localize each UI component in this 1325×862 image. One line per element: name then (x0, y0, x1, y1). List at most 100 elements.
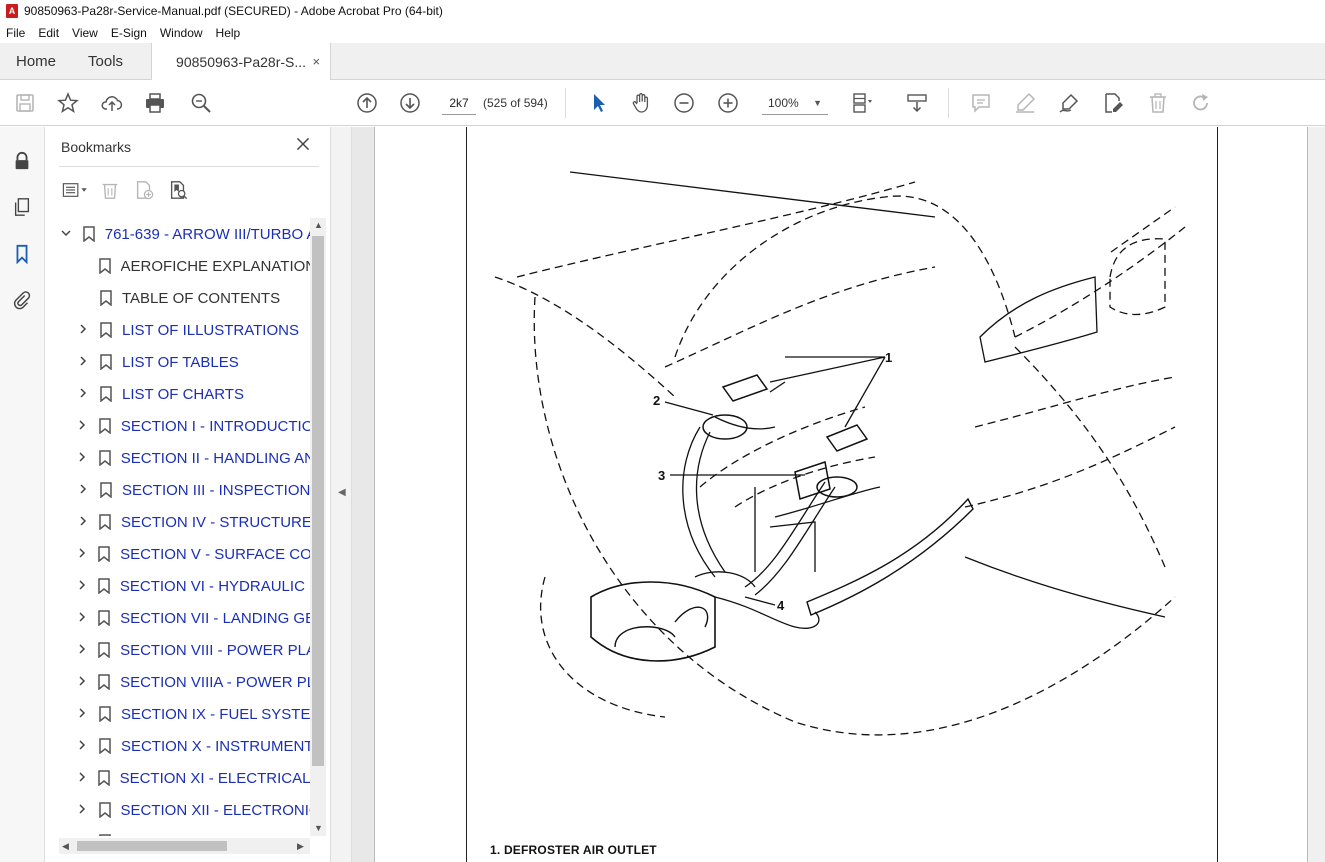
chevron-right-icon[interactable] (75, 675, 89, 690)
zoom-out-icon[interactable] (671, 90, 697, 116)
bookmark-label: SECTION XI - ELECTRICAL SYS (119, 769, 310, 787)
bookmark-item[interactable]: LIST OF ILLUSTRATIONS (59, 314, 310, 346)
edit-pdf-icon[interactable] (1100, 90, 1126, 116)
page-number-input[interactable] (442, 91, 476, 115)
highlight-pen-icon[interactable] (1012, 90, 1038, 116)
new-bookmark-icon[interactable] (127, 177, 161, 203)
bookmark-item[interactable]: SECTION VIII - POWER PLANT (59, 634, 310, 666)
menu-file[interactable]: File (6, 26, 25, 40)
chevron-down-icon[interactable] (59, 227, 74, 242)
save-icon[interactable] (12, 90, 38, 116)
find-bookmark-icon[interactable] (161, 177, 195, 203)
page-fit-icon[interactable] (848, 90, 874, 116)
bookmark-label: SECTION IV - STRUCTURES (121, 513, 310, 531)
star-icon[interactable] (55, 90, 81, 116)
menu-esign[interactable]: E-Sign (111, 26, 147, 40)
chevron-right-icon[interactable] (75, 643, 89, 658)
comment-icon[interactable] (968, 90, 994, 116)
select-cursor-icon[interactable] (585, 90, 611, 116)
bookmark-item[interactable]: SECTION IX - FUEL SYSTEM (59, 698, 310, 730)
chevron-right-icon[interactable] (75, 803, 90, 818)
tab-home[interactable]: Home (0, 43, 72, 79)
previous-page-icon[interactable] (354, 90, 380, 116)
chevron-right-icon[interactable] (75, 835, 90, 836)
tab-bar: Home Tools 90850963-Pa28r-S... × (0, 43, 1325, 80)
bookmark-item[interactable]: 761-639 - ARROW III/TURBO AR (59, 218, 310, 250)
chevron-right-icon[interactable] (75, 739, 90, 754)
tab-document[interactable]: 90850963-Pa28r-S... × (151, 43, 332, 80)
menu-help[interactable]: Help (216, 26, 241, 40)
chevron-right-icon[interactable] (75, 707, 90, 722)
chevron-right-icon[interactable] (75, 515, 90, 530)
scrollbar-thumb[interactable] (312, 236, 324, 766)
bookmark-item[interactable]: SECTION VIIIA - POWER PLAN (59, 666, 310, 698)
document-viewport[interactable]: 1 2 3 4 1. DEFROSTER AIR OUTLET (352, 127, 1325, 862)
bookmark-item[interactable]: AEROFICHE EXPLANATION A (59, 250, 310, 282)
bookmark-options-icon[interactable] (59, 177, 93, 203)
chevron-right-icon[interactable] (75, 355, 91, 370)
bookmark-icon (99, 386, 113, 403)
bookmark-item[interactable]: SECTION V - SURFACE CONTI (59, 538, 310, 570)
scroll-mode-icon[interactable] (904, 90, 930, 116)
bookmark-item[interactable]: SECTION XI - ELECTRICAL SYS (59, 762, 310, 794)
zoom-level-select[interactable]: 100% ▼ (762, 91, 828, 115)
bookmark-label: AEROFICHE EXPLANATION A (120, 257, 310, 275)
collapse-panel-icon[interactable]: ◀ (338, 487, 346, 498)
chevron-right-icon[interactable] (75, 419, 90, 434)
menu-window[interactable]: Window (160, 26, 203, 40)
delete-bookmark-icon[interactable] (93, 177, 127, 203)
chevron-right-icon[interactable] (75, 579, 89, 594)
bookmark-item[interactable]: SECTION XIII - HEATING AND (59, 826, 310, 836)
attachment-icon[interactable] (10, 288, 34, 312)
bookmark-label: SECTION VIII - POWER PLANT (120, 641, 310, 659)
scroll-left-arrow-icon[interactable]: ◀ (62, 841, 69, 852)
page-thumbnails-icon[interactable] (10, 195, 34, 219)
bookmark-item[interactable]: SECTION VI - HYDRAULIC SYS (59, 570, 310, 602)
zoom-search-icon[interactable] (188, 90, 214, 116)
bookmark-panel-icon[interactable] (10, 242, 34, 266)
bookmarks-vertical-scrollbar[interactable]: ▲ ▼ (310, 218, 326, 836)
bookmark-label: LIST OF ILLUSTRATIONS (122, 321, 299, 339)
chevron-right-icon[interactable] (75, 451, 90, 466)
zoom-in-icon[interactable] (715, 90, 741, 116)
bookmark-item[interactable]: SECTION IV - STRUCTURES (59, 506, 310, 538)
tab-tools[interactable]: Tools (72, 43, 139, 79)
scroll-right-arrow-icon[interactable]: ▶ (297, 841, 304, 852)
bookmarks-horizontal-scrollbar[interactable]: ◀ ▶ (59, 838, 310, 854)
next-page-icon[interactable] (397, 90, 423, 116)
menu-bar: File Edit View E-Sign Window Help (0, 22, 1325, 43)
menu-view[interactable]: View (72, 26, 98, 40)
scroll-up-arrow-icon[interactable]: ▲ (314, 220, 323, 230)
chevron-right-icon[interactable] (75, 771, 89, 786)
bookmark-item[interactable]: SECTION XII - ELECTRONICS (59, 794, 310, 826)
lock-icon[interactable] (10, 149, 34, 173)
chevron-right-icon[interactable] (75, 611, 89, 626)
bookmark-item[interactable]: SECTION X - INSTRUMENTS (59, 730, 310, 762)
bookmark-item[interactable]: LIST OF TABLES (59, 346, 310, 378)
bookmark-item[interactable]: SECTION VII - LANDING GEAR (59, 602, 310, 634)
bookmark-item[interactable]: SECTION II - HANDLING AND (59, 442, 310, 474)
close-icon[interactable] (295, 135, 315, 155)
scroll-down-arrow-icon[interactable]: ▼ (314, 823, 323, 833)
chevron-right-icon[interactable] (75, 483, 91, 498)
chevron-right-icon[interactable] (75, 387, 91, 402)
document-vertical-scrollbar[interactable] (1308, 127, 1325, 862)
bookmark-item[interactable]: LIST OF CHARTS (59, 378, 310, 410)
chevron-right-icon[interactable] (75, 323, 91, 338)
scrollbar-thumb[interactable] (77, 841, 227, 851)
chevron-right-icon[interactable] (75, 547, 89, 562)
panel-splitter[interactable]: ◀ (330, 127, 352, 862)
sign-pen-icon[interactable] (1056, 90, 1082, 116)
hand-tool-icon[interactable] (628, 90, 654, 116)
print-icon[interactable] (142, 90, 168, 116)
cloud-upload-icon[interactable] (99, 90, 125, 116)
tab-document-label: 90850963-Pa28r-S... (176, 53, 307, 70)
bookmark-item[interactable]: SECTION III - INSPECTION (59, 474, 310, 506)
redo-icon[interactable] (1188, 90, 1214, 116)
bookmark-icon (98, 706, 112, 723)
delete-icon[interactable] (1145, 90, 1171, 116)
bookmark-item[interactable]: TABLE OF CONTENTS (59, 282, 310, 314)
bookmark-item[interactable]: SECTION I - INTRODUCTION (59, 410, 310, 442)
tab-close-icon[interactable]: × (312, 54, 320, 69)
menu-edit[interactable]: Edit (38, 26, 59, 40)
